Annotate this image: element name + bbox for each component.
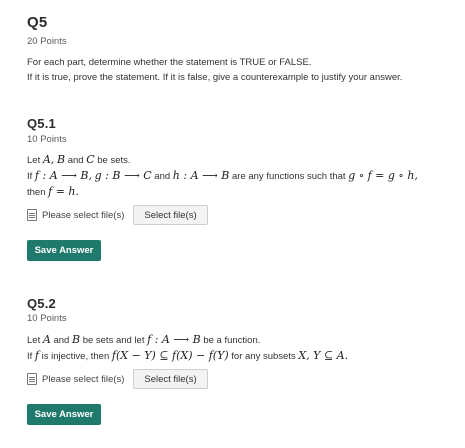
q5-1-line-2: If f : A ⟶ B, g : B ⟶ C and h : A ⟶ B ar… bbox=[27, 169, 418, 182]
text-segment: be sets. bbox=[97, 155, 131, 166]
q5-1-upload-row: Please select file(s) Select file(s) bbox=[27, 205, 208, 225]
math-B: B bbox=[71, 333, 81, 346]
text-segment: and bbox=[67, 155, 84, 166]
q5-2-line-2: If f is injective, then f(X − Y) ⊆ f(X) … bbox=[27, 349, 348, 362]
text-segment: be sets and let bbox=[82, 335, 145, 346]
q5-2-upload-row: Please select file(s) Select file(s) bbox=[27, 369, 208, 389]
math-A: A bbox=[42, 333, 51, 346]
math-C: C bbox=[86, 153, 95, 166]
select-files-button[interactable]: Select file(s) bbox=[133, 205, 208, 225]
q5-instruction-1: For each part, determine whether the sta… bbox=[27, 57, 312, 68]
text-segment: is injective, then bbox=[41, 351, 110, 362]
q5-1-title: Q5.1 bbox=[27, 116, 56, 131]
text-segment: then bbox=[27, 187, 46, 198]
q5-points: 20 Points bbox=[27, 36, 67, 47]
q5-1-points: 10 Points bbox=[27, 134, 67, 145]
q5-2-points: 10 Points bbox=[27, 313, 67, 324]
text-segment: Let bbox=[27, 335, 41, 346]
math-B: B bbox=[56, 153, 66, 166]
select-files-button[interactable]: Select file(s) bbox=[133, 369, 208, 389]
text-segment: and bbox=[53, 335, 70, 346]
text-segment: If bbox=[27, 351, 33, 362]
upload-label: Please select file(s) bbox=[42, 373, 125, 385]
text-segment: are any functions such that bbox=[232, 171, 346, 182]
q5-1-line-3: then f = h. bbox=[27, 185, 79, 198]
q5-2-line-1: Let A and B be sets and let f : A ⟶ B be… bbox=[27, 333, 260, 346]
math-composition: g ∘ f = g ∘ h, bbox=[348, 169, 418, 182]
text-segment: be a function. bbox=[203, 335, 261, 346]
text-segment: and bbox=[154, 171, 171, 182]
file-icon bbox=[27, 209, 37, 221]
math-f-map: f : A ⟶ B bbox=[147, 333, 201, 346]
q5-1-line-1: Let A, B and C be sets. bbox=[27, 153, 131, 166]
math-A: A, bbox=[42, 153, 55, 166]
math-f-map: f : A ⟶ B, bbox=[34, 169, 92, 182]
math-formula: f(X − Y) ⊆ f(X) − f(Y) bbox=[111, 349, 229, 362]
upload-label: Please select file(s) bbox=[42, 209, 125, 221]
q5-2-title: Q5.2 bbox=[27, 296, 56, 311]
math-f: f bbox=[34, 349, 39, 362]
save-answer-button[interactable]: Save Answer bbox=[27, 404, 101, 425]
math-conclusion: f = h. bbox=[48, 185, 80, 198]
text-segment: for any subsets bbox=[231, 351, 296, 362]
text-segment: If bbox=[27, 171, 33, 182]
math-g-map: g : B ⟶ C bbox=[94, 169, 152, 182]
file-icon bbox=[27, 373, 37, 385]
text-segment: Let bbox=[27, 155, 41, 166]
q5-title: Q5 bbox=[27, 14, 48, 31]
math-subsets: X, Y ⊆ A. bbox=[298, 349, 349, 362]
q5-instruction-2: If it is true, prove the statement. If i… bbox=[27, 72, 403, 83]
save-answer-button[interactable]: Save Answer bbox=[27, 240, 101, 261]
math-h-map: h : A ⟶ B bbox=[172, 169, 230, 182]
